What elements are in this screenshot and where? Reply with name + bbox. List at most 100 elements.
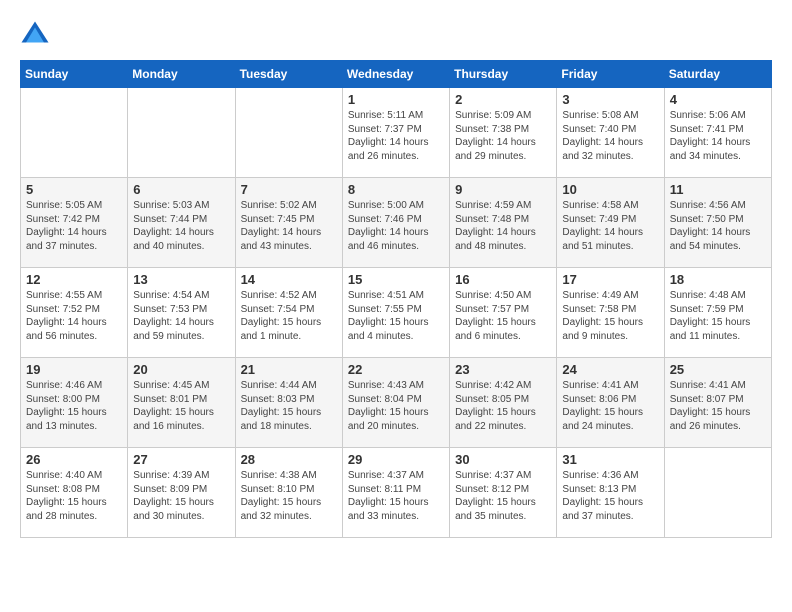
- day-number: 31: [562, 452, 658, 467]
- day-number: 29: [348, 452, 444, 467]
- day-cell: 10Sunrise: 4:58 AM Sunset: 7:49 PM Dayli…: [557, 178, 664, 268]
- day-cell: 18 Sunrise: 4:48 AM Sunset: 7:59 PM Dayli…: [664, 268, 771, 358]
- day-cell: 15 Sunrise: 4:51 AM Sunset: 7:55 PM Dayli…: [342, 268, 449, 358]
- day-info: Sunrise: 4:46 AM Sunset: 8:00 PM Dayligh…: [26, 379, 122, 433]
- day-info: Sunrise: 4:52 AM Sunset: 7:54 PM Dayligh…: [241, 289, 337, 343]
- day-cell: 19Sunrise: 4:46 AM Sunset: 8:00 PM Dayli…: [21, 358, 128, 448]
- day-number: 13: [133, 272, 229, 287]
- day-cell: 22 Sunrise: 4:43 AM Sunset: 8:04 PM Dayli…: [342, 358, 449, 448]
- day-cell: 9 Sunrise: 4:59 AM Sunset: 7:48 PM Daylig…: [450, 178, 557, 268]
- day-cell: 8 Sunrise: 5:00 AM Sunset: 7:46 PM Daylig…: [342, 178, 449, 268]
- day-number: 16: [455, 272, 551, 287]
- day-number: 27: [133, 452, 229, 467]
- day-number: 25: [670, 362, 766, 377]
- day-number: 9: [455, 182, 551, 197]
- day-cell: [21, 88, 128, 178]
- day-info: Sunrise: 5:06 AM Sunset: 7:41 PM Dayligh…: [670, 109, 766, 163]
- day-info: Sunrise: 4:39 AM Sunset: 8:09 PM Dayligh…: [133, 469, 229, 523]
- page-header: [20, 20, 772, 50]
- day-number: 21: [241, 362, 337, 377]
- day-cell: [235, 88, 342, 178]
- day-cell: 7 Sunrise: 5:02 AM Sunset: 7:45 PM Daylig…: [235, 178, 342, 268]
- day-cell: 17 Sunrise: 4:49 AM Sunset: 7:58 PM Dayli…: [557, 268, 664, 358]
- day-info: Sunrise: 4:50 AM Sunset: 7:57 PM Dayligh…: [455, 289, 551, 343]
- week-row-3: 19Sunrise: 4:46 AM Sunset: 8:00 PM Dayli…: [21, 358, 772, 448]
- day-info: Sunrise: 5:03 AM Sunset: 7:44 PM Dayligh…: [133, 199, 229, 253]
- logo: [20, 20, 54, 50]
- day-number: 7: [241, 182, 337, 197]
- header-tuesday: Tuesday: [235, 61, 342, 88]
- day-cell: 31 Sunrise: 4:36 AM Sunset: 8:13 PM Dayli…: [557, 448, 664, 538]
- day-cell: 23 Sunrise: 4:42 AM Sunset: 8:05 PM Dayli…: [450, 358, 557, 448]
- header-wednesday: Wednesday: [342, 61, 449, 88]
- day-info: Sunrise: 4:45 AM Sunset: 8:01 PM Dayligh…: [133, 379, 229, 433]
- day-cell: 14 Sunrise: 4:52 AM Sunset: 7:54 PM Dayli…: [235, 268, 342, 358]
- day-number: 2: [455, 92, 551, 107]
- day-info: Sunrise: 4:48 AM Sunset: 7:59 PM Dayligh…: [670, 289, 766, 343]
- day-cell: 13 Sunrise: 4:54 AM Sunset: 7:53 PM Dayli…: [128, 268, 235, 358]
- logo-icon: [20, 20, 50, 50]
- day-info: Sunrise: 4:37 AM Sunset: 8:12 PM Dayligh…: [455, 469, 551, 523]
- day-number: 17: [562, 272, 658, 287]
- day-number: 4: [670, 92, 766, 107]
- week-row-0: 1Sunrise: 5:11 AM Sunset: 7:37 PM Daylig…: [21, 88, 772, 178]
- day-cell: 11 Sunrise: 4:56 AM Sunset: 7:50 PM Dayli…: [664, 178, 771, 268]
- day-number: 18: [670, 272, 766, 287]
- day-number: 8: [348, 182, 444, 197]
- day-cell: 3 Sunrise: 5:08 AM Sunset: 7:40 PM Daylig…: [557, 88, 664, 178]
- header-friday: Friday: [557, 61, 664, 88]
- day-cell: 1Sunrise: 5:11 AM Sunset: 7:37 PM Daylig…: [342, 88, 449, 178]
- calendar-table: SundayMondayTuesdayWednesdayThursdayFrid…: [20, 60, 772, 538]
- week-row-4: 26Sunrise: 4:40 AM Sunset: 8:08 PM Dayli…: [21, 448, 772, 538]
- day-info: Sunrise: 4:49 AM Sunset: 7:58 PM Dayligh…: [562, 289, 658, 343]
- header-row: SundayMondayTuesdayWednesdayThursdayFrid…: [21, 61, 772, 88]
- day-info: Sunrise: 4:51 AM Sunset: 7:55 PM Dayligh…: [348, 289, 444, 343]
- day-number: 23: [455, 362, 551, 377]
- day-cell: 25 Sunrise: 4:41 AM Sunset: 8:07 PM Dayli…: [664, 358, 771, 448]
- day-cell: [664, 448, 771, 538]
- day-number: 24: [562, 362, 658, 377]
- day-cell: 12 Sunrise: 4:55 AM Sunset: 7:52 PM Dayli…: [21, 268, 128, 358]
- day-cell: 16 Sunrise: 4:50 AM Sunset: 7:57 PM Dayli…: [450, 268, 557, 358]
- day-info: Sunrise: 4:37 AM Sunset: 8:11 PM Dayligh…: [348, 469, 444, 523]
- header-saturday: Saturday: [664, 61, 771, 88]
- day-info: Sunrise: 5:02 AM Sunset: 7:45 PM Dayligh…: [241, 199, 337, 253]
- week-row-1: 5Sunrise: 5:05 AM Sunset: 7:42 PM Daylig…: [21, 178, 772, 268]
- day-number: 3: [562, 92, 658, 107]
- day-info: Sunrise: 4:41 AM Sunset: 8:06 PM Dayligh…: [562, 379, 658, 433]
- day-number: 1: [348, 92, 444, 107]
- day-number: 12: [26, 272, 122, 287]
- day-number: 11: [670, 182, 766, 197]
- day-cell: 6Sunrise: 5:03 AM Sunset: 7:44 PM Daylig…: [128, 178, 235, 268]
- day-info: Sunrise: 4:54 AM Sunset: 7:53 PM Dayligh…: [133, 289, 229, 343]
- day-info: Sunrise: 4:42 AM Sunset: 8:05 PM Dayligh…: [455, 379, 551, 433]
- calendar-header: SundayMondayTuesdayWednesdayThursdayFrid…: [21, 61, 772, 88]
- day-info: Sunrise: 4:36 AM Sunset: 8:13 PM Dayligh…: [562, 469, 658, 523]
- day-info: Sunrise: 4:59 AM Sunset: 7:48 PM Dayligh…: [455, 199, 551, 253]
- day-info: Sunrise: 5:00 AM Sunset: 7:46 PM Dayligh…: [348, 199, 444, 253]
- day-number: 28: [241, 452, 337, 467]
- day-cell: 26Sunrise: 4:40 AM Sunset: 8:08 PM Dayli…: [21, 448, 128, 538]
- day-cell: 2Sunrise: 5:09 AM Sunset: 7:38 PM Daylig…: [450, 88, 557, 178]
- day-number: 10: [562, 182, 658, 197]
- day-number: 15: [348, 272, 444, 287]
- day-number: 30: [455, 452, 551, 467]
- day-cell: 28 Sunrise: 4:38 AM Sunset: 8:10 PM Dayli…: [235, 448, 342, 538]
- header-sunday: Sunday: [21, 61, 128, 88]
- day-info: Sunrise: 4:41 AM Sunset: 8:07 PM Dayligh…: [670, 379, 766, 433]
- day-info: Sunrise: 4:38 AM Sunset: 8:10 PM Dayligh…: [241, 469, 337, 523]
- day-cell: 24 Sunrise: 4:41 AM Sunset: 8:06 PM Dayli…: [557, 358, 664, 448]
- day-info: Sunrise: 4:56 AM Sunset: 7:50 PM Dayligh…: [670, 199, 766, 253]
- day-info: Sunrise: 4:55 AM Sunset: 7:52 PM Dayligh…: [26, 289, 122, 343]
- day-number: 20: [133, 362, 229, 377]
- day-cell: 30 Sunrise: 4:37 AM Sunset: 8:12 PM Dayli…: [450, 448, 557, 538]
- day-number: 14: [241, 272, 337, 287]
- day-cell: 5Sunrise: 5:05 AM Sunset: 7:42 PM Daylig…: [21, 178, 128, 268]
- day-info: Sunrise: 4:43 AM Sunset: 8:04 PM Dayligh…: [348, 379, 444, 433]
- day-number: 22: [348, 362, 444, 377]
- day-info: Sunrise: 5:08 AM Sunset: 7:40 PM Dayligh…: [562, 109, 658, 163]
- day-cell: 29 Sunrise: 4:37 AM Sunset: 8:11 PM Dayli…: [342, 448, 449, 538]
- week-row-2: 12 Sunrise: 4:55 AM Sunset: 7:52 PM Dayli…: [21, 268, 772, 358]
- day-cell: 27 Sunrise: 4:39 AM Sunset: 8:09 PM Dayli…: [128, 448, 235, 538]
- header-monday: Monday: [128, 61, 235, 88]
